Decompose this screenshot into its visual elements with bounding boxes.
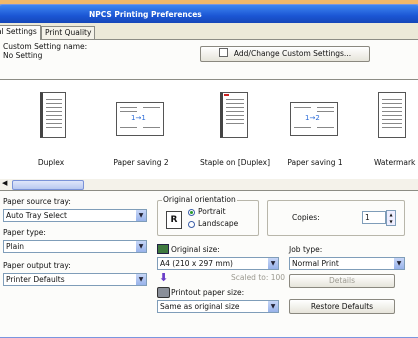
chevron-down-icon[interactable]: ▼ [136,241,146,252]
preset-duplex[interactable]: Duplex [18,88,84,174]
watermark-icon [378,92,412,140]
chevron-down-icon[interactable]: ▼ [394,258,404,269]
orientation-glyph: R [170,215,178,225]
tab-strip: al Settings Print Quality [0,25,418,40]
copies-label: Copies: [292,213,320,222]
stepper-arrows-icon[interactable]: ▲ ▼ [386,210,396,226]
job-type-value: Normal Print [292,259,339,268]
copies-stepper[interactable]: 1 [362,211,386,224]
paper-type-select[interactable]: Plain ▼ [3,240,147,253]
paper-source-tray-select[interactable]: Auto Tray Select ▼ [3,209,147,222]
staple-icon [216,92,250,140]
scaled-to-text: Scaled to: 100 [231,273,286,282]
orientation-preview-icon: R [166,211,182,229]
tab-general-settings-label: al Settings [0,27,37,36]
scrollbar-thumb[interactable] [12,180,84,190]
preset-staple-duplex[interactable]: Staple on [Duplex] [200,88,271,174]
preset-watermark-label: Watermark R [374,158,418,167]
paper-source-tray-value: Auto Tray Select [6,211,67,220]
portrait-radio[interactable] [188,209,195,216]
paper-saving-2-tag: 1→1 [131,114,146,122]
preset-staple-duplex-label: Staple on [Duplex] [200,158,271,167]
job-type-label: Job type: [289,245,323,254]
original-size-label: Original size: [171,245,220,254]
window-title: NPCS Printing Preferences [89,10,202,19]
restore-defaults-label: Restore Defaults [310,302,374,311]
job-type-select[interactable]: Normal Print ▼ [289,257,405,270]
preset-paper-saving-2-label: Paper saving 2 [113,158,169,167]
paper-saving-1-tag: 1→2 [305,114,320,122]
title-bar[interactable]: NPCS Printing Preferences [0,5,418,23]
settings-panel: Custom Setting name: No Setting Add/Chan… [0,39,418,337]
printing-preferences-window: NPCS Printing Preferences al Settings Pr… [0,4,418,338]
original-size-icon [157,244,169,254]
tab-print-quality-label: Print Quality [45,28,92,37]
custom-setting-label: Custom Setting name: [3,42,88,51]
landscape-radio[interactable] [188,221,195,228]
paper-type-label: Paper type: [3,228,46,237]
paper-source-tray-label: Paper source tray: [3,197,71,206]
paper-saving-1-icon: 1→2 [290,102,340,138]
original-size-value: A4 (210 x 297 mm) [160,259,233,268]
preset-paper-saving-1[interactable]: 1→2 Paper saving 1 [282,88,348,174]
orientation-group: Original orientation R Portrait Landscap… [157,195,259,236]
printout-paper-size-select[interactable]: Same as original size ▼ [157,300,279,313]
duplex-icon [34,92,68,140]
settings-edit-icon [218,48,228,57]
custom-setting-value: No Setting [3,51,43,60]
paper-type-value: Plain [6,242,25,251]
printout-paper-size-value: Same as original size [160,302,240,311]
chevron-down-icon[interactable]: ▼ [136,210,146,221]
preset-paper-saving-1-label: Paper saving 1 [287,158,343,167]
landscape-label: Landscape [198,219,239,228]
layout-presets-strip[interactable]: Duplex 1→1 Paper saving 2 Staple on [Dup… [0,79,418,181]
copies-group: Copies: 1 ▲ ▼ [267,200,405,236]
add-change-custom-settings-button[interactable]: Add/Change Custom Settings... [200,46,370,62]
chevron-down-icon[interactable]: ▼ [268,258,278,269]
portrait-label: Portrait [198,207,226,216]
orientation-label: Original orientation [162,195,237,204]
paper-saving-2-icon: 1→1 [116,102,166,138]
preset-paper-saving-2[interactable]: 1→1 Paper saving 2 [108,88,174,174]
original-size-select[interactable]: A4 (210 x 297 mm) ▼ [157,257,279,270]
scroll-left-icon[interactable]: ◀ [2,179,7,187]
restore-defaults-button[interactable]: Restore Defaults [289,299,395,314]
tab-print-quality[interactable]: Print Quality [41,26,96,39]
preset-duplex-label: Duplex [37,158,65,167]
printer-icon [157,287,170,298]
details-button-label: Details [328,276,355,285]
tab-general-settings[interactable]: al Settings [0,25,41,40]
preset-watermark[interactable]: Watermark R [370,88,418,174]
paper-output-tray-value: Printer Defaults [6,275,65,284]
chevron-down-icon[interactable]: ▼ [136,274,146,285]
printout-paper-size-label: Printout paper size: [171,288,245,297]
paper-output-tray-label: Paper output tray: [3,261,71,270]
paper-output-tray-select[interactable]: Printer Defaults ▼ [3,273,147,286]
chevron-down-icon[interactable]: ▼ [268,301,278,312]
add-change-custom-settings-label: Add/Change Custom Settings... [233,49,352,58]
details-button[interactable]: Details [289,274,395,288]
copies-value: 1 [365,213,370,222]
down-arrow-icon: ⬇ [159,271,169,284]
layout-strip-scrollbar[interactable]: ◀ [0,179,418,191]
